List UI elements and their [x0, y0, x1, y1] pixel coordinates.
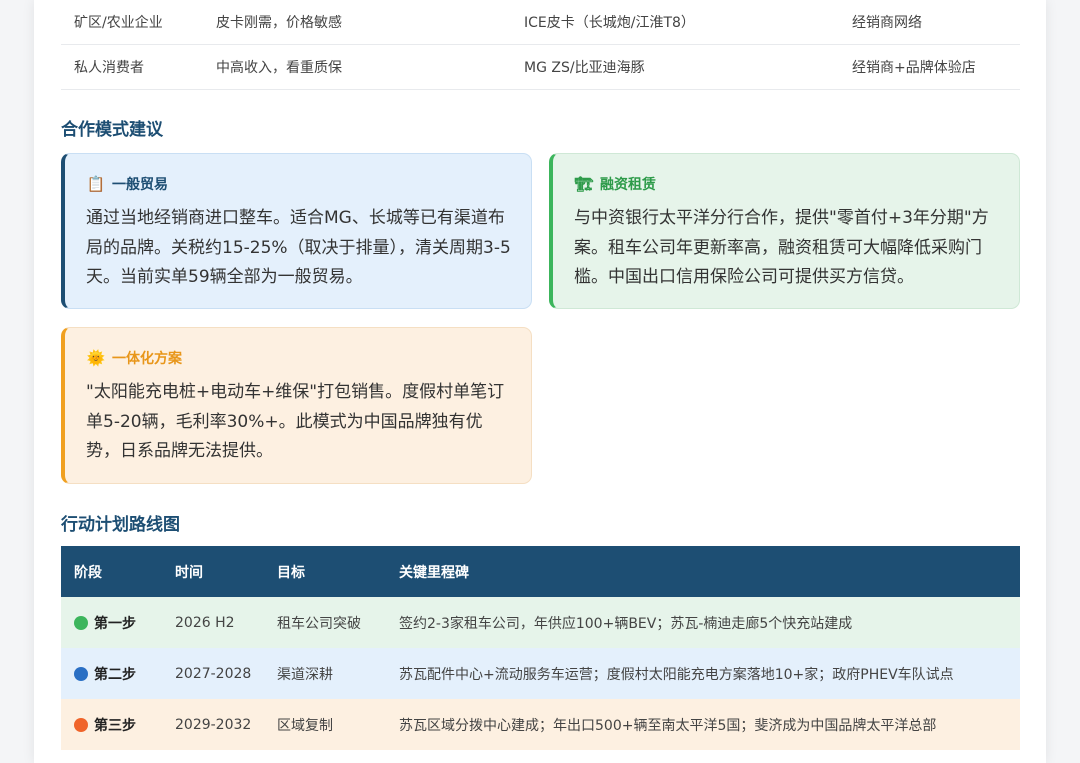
goal-cell: 渠道深耕 [264, 648, 386, 699]
segment-cell: 私人消费者 [61, 44, 203, 90]
coop-card-leasing: 🏗 融资租赁 与中资银行太平洋分行合作，提供"零首付+3年分期"方案。租车公司年… [549, 153, 1020, 309]
channel-cell: 经销商+品牌体验店 [839, 44, 1020, 90]
need-cell: 中高收入，看重质保 [203, 44, 511, 90]
coop-card-general-trade: 📋 一般贸易 通过当地经销商进口整车。适合MG、长城等已有渠道布局的品牌。关税约… [61, 153, 532, 309]
table-header-row: 阶段 时间 目标 关键里程碑 [61, 546, 1020, 597]
card-body: 通过当地经销商进口整车。适合MG、长城等已有渠道布局的品牌。关税约15-25%（… [86, 208, 511, 287]
time-cell: 2027-2028 [162, 648, 264, 699]
goal-cell: 区域复制 [264, 699, 386, 750]
goal-cell: 租车公司突破 [264, 597, 386, 648]
card-title: 一体化方案 [112, 351, 182, 367]
column-header: 阶段 [61, 546, 162, 597]
column-header: 目标 [264, 546, 386, 597]
time-cell: 2026 H2 [162, 597, 264, 648]
orange-dot-icon [74, 717, 88, 732]
blue-dot-icon [74, 666, 88, 681]
milestone-cell: 苏瓦配件中心+流动服务车运营；度假村太阳能充电方案落地10+家；政府PHEV车队… [386, 648, 1020, 699]
table-row: 第一步 2026 H2 租车公司突破 签约2-3家租车公司，年供应100+辆BE… [61, 597, 1020, 648]
column-header: 关键里程碑 [386, 546, 1020, 597]
time-cell: 2029-2032 [162, 699, 264, 750]
need-cell: 皮卡刚需，价格敏感 [203, 0, 511, 45]
card-body: 与中资银行太平洋分行合作，提供"零首付+3年分期"方案。租车公司年更新率高，融资… [574, 208, 989, 287]
column-header: 时间 [162, 546, 264, 597]
sun-icon: 🌞 [86, 349, 106, 367]
milestone-cell: 苏瓦区域分拨中心建成；年出口500+辆至南太平洋5国；斐济成为中国品牌太平洋总部 [386, 699, 1020, 750]
channel-cell: 经销商网络 [839, 0, 1020, 45]
card-title: 融资租赁 [600, 177, 656, 193]
table-row: 矿区/农业企业 皮卡刚需，价格敏感 ICE皮卡（长城炮/江淮T8） 经销商网络 [61, 0, 1020, 45]
stage-label: 第三步 [94, 717, 136, 734]
coop-card-integrated: 🌞 一体化方案 "太阳能充电桩+电动车+维保"打包销售。度假村单笔订单5-20辆… [61, 327, 532, 484]
report-page: 矿区/农业企业 皮卡刚需，价格敏感 ICE皮卡（长城炮/江淮T8） 经销商网络 … [34, 0, 1046, 763]
table-row: 第二步 2027-2028 渠道深耕 苏瓦配件中心+流动服务车运营；度假村太阳能… [61, 648, 1020, 699]
milestone-cell: 签约2-3家租车公司，年供应100+辆BEV；苏瓦-楠迪走廊5个快充站建成 [386, 597, 1020, 648]
table-row: 第三步 2029-2032 区域复制 苏瓦区域分拨中心建成；年出口500+辆至南… [61, 699, 1020, 750]
roadmap-table: 阶段 时间 目标 关键里程碑 第一步 2026 H2 租车公司突破 签约2-3家… [61, 546, 1020, 750]
green-dot-icon [74, 615, 88, 630]
card-title: 一般贸易 [112, 177, 168, 193]
crane-icon: 🏗 [574, 175, 594, 193]
coop-heading: 合作模式建议 [61, 120, 163, 140]
table-row: 私人消费者 中高收入，看重质保 MG ZS/比亚迪海豚 经销商+品牌体验店 [61, 44, 1020, 90]
competitor-cell: ICE皮卡（长城炮/江淮T8） [511, 0, 839, 45]
roadmap-heading: 行动计划路线图 [61, 515, 180, 535]
stage-label: 第一步 [94, 615, 136, 632]
customer-segment-table: 矿区/农业企业 皮卡刚需，价格敏感 ICE皮卡（长城炮/江淮T8） 经销商网络 … [61, 0, 1020, 90]
clipboard-icon: 📋 [86, 175, 106, 193]
card-body: "太阳能充电桩+电动车+维保"打包销售。度假村单笔订单5-20辆，毛利率30%+… [86, 382, 505, 461]
segment-cell: 矿区/农业企业 [61, 0, 203, 45]
competitor-cell: MG ZS/比亚迪海豚 [511, 44, 839, 90]
stage-label: 第二步 [94, 666, 136, 683]
